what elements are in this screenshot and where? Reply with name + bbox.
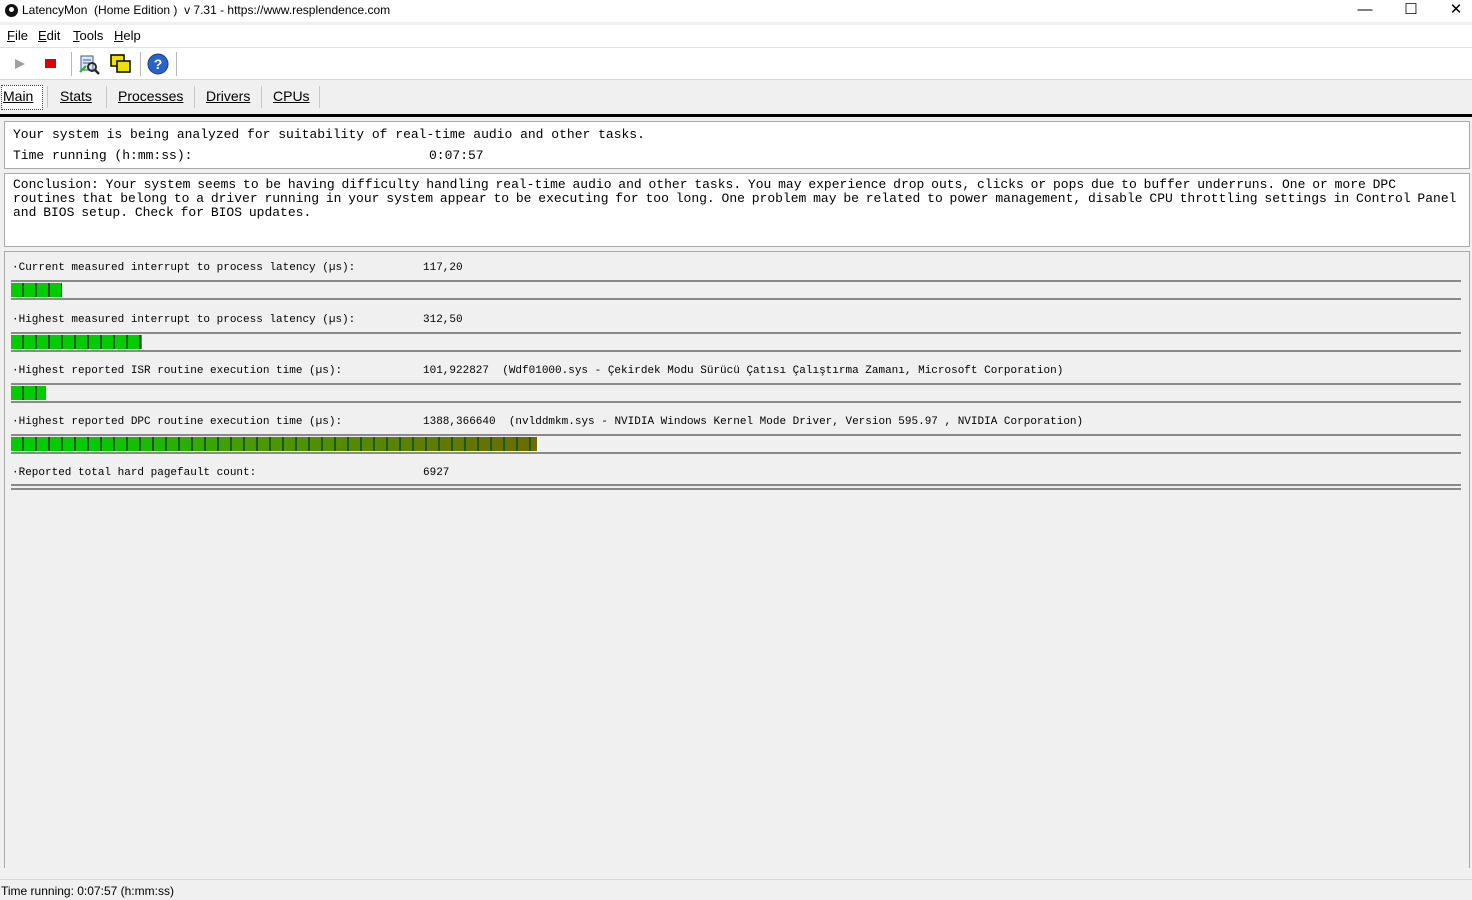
toolbar-separator [140, 52, 141, 76]
menu-bar: File Edit Tools Help [0, 25, 1472, 48]
latency-bar [11, 434, 1461, 454]
minimize-button[interactable]: — [1342, 0, 1388, 22]
metric-label: ·Current measured interrupt to process l… [12, 262, 356, 274]
time-running-value: 0:07:57 [429, 148, 484, 163]
metric-detail: (nvlddmkm.sys - NVIDIA Windows Kernel Mo… [508, 416, 1084, 428]
tab-bar: Main Stats Processes Drivers CPUs [0, 82, 1472, 112]
status-bar: Time running: 0:07:57 (h:mm:ss) [0, 879, 1472, 900]
main-content: Your system is being analyzed for suitab… [0, 114, 1472, 869]
metric-value: 101,922827 (Wdf01000.sys - Çekirdek Modu… [423, 365, 1064, 377]
tab-main[interactable]: Main [3, 88, 33, 104]
menu-edit[interactable]: Edit [38, 28, 60, 43]
bar-fill [11, 437, 537, 451]
report-icon[interactable] [77, 52, 101, 76]
tab-stats[interactable]: Stats [60, 88, 92, 104]
bar-fill [11, 335, 142, 349]
menu-help[interactable]: Help [114, 28, 141, 43]
tab-processes[interactable]: Processes [118, 88, 183, 104]
tab-cpus[interactable]: CPUs [273, 88, 310, 104]
metric-label: ·Highest measured interrupt to process l… [12, 314, 356, 326]
tab-separator [194, 86, 195, 108]
window-title: LatencyMon (Home Edition ) v 7.31 - http… [22, 3, 391, 17]
analysis-message: Your system is being analyzed for suitab… [13, 127, 645, 142]
toolbar: ? [0, 48, 1472, 80]
tab-separator [47, 86, 48, 108]
metric-value: 312,50 [423, 314, 463, 326]
latency-bar [11, 383, 1461, 403]
metric-value: 1388,366640 (nvlddmkm.sys - NVIDIA Windo… [423, 416, 1084, 428]
toolbar-separator [71, 52, 72, 76]
conclusion-text: Conclusion: Your system seems to be havi… [13, 177, 1457, 220]
metrics-panel: ·Current measured interrupt to process l… [4, 251, 1470, 868]
tab-separator [106, 86, 107, 108]
pagefault-divider [11, 484, 1461, 490]
title-bar: LatencyMon (Home Edition ) v 7.31 - http… [0, 0, 1472, 22]
app-icon [5, 4, 18, 17]
tab-drivers[interactable]: Drivers [206, 88, 250, 104]
toolbar-separator [176, 52, 177, 76]
metric-value: 117,20 [423, 262, 463, 274]
metric-value: 6927 [423, 467, 450, 479]
latency-bar [11, 332, 1461, 352]
menu-tools[interactable]: Tools [73, 28, 103, 43]
time-running-label: Time running (h:mm:ss): [13, 148, 193, 163]
tab-separator [319, 86, 320, 108]
play-icon[interactable] [8, 52, 32, 76]
bar-fill [11, 283, 62, 297]
latency-bar [11, 280, 1461, 300]
svg-text:?: ? [154, 56, 163, 72]
metric-label: ·Reported total hard pagefault count: [12, 467, 257, 479]
close-button[interactable]: ✕ [1433, 0, 1472, 22]
copy-windows-icon[interactable] [109, 52, 133, 76]
help-icon[interactable]: ? [146, 52, 170, 76]
conclusion-panel: Conclusion: Your system seems to be havi… [4, 173, 1470, 247]
bar-fill [11, 386, 46, 400]
summary-panel: Your system is being analyzed for suitab… [4, 121, 1470, 169]
metric-label: ·Highest reported ISR routine execution … [12, 365, 343, 377]
status-text: Time running: 0:07:57 (h:mm:ss) [1, 884, 174, 898]
menu-file[interactable]: File [7, 28, 28, 43]
stop-icon[interactable] [39, 52, 63, 76]
tab-separator [261, 86, 262, 108]
metric-label: ·Highest reported DPC routine execution … [12, 416, 343, 428]
metric-detail: (Wdf01000.sys - Çekirdek Modu Sürücü Çat… [502, 365, 1064, 377]
maximize-button[interactable]: ☐ [1388, 0, 1434, 22]
